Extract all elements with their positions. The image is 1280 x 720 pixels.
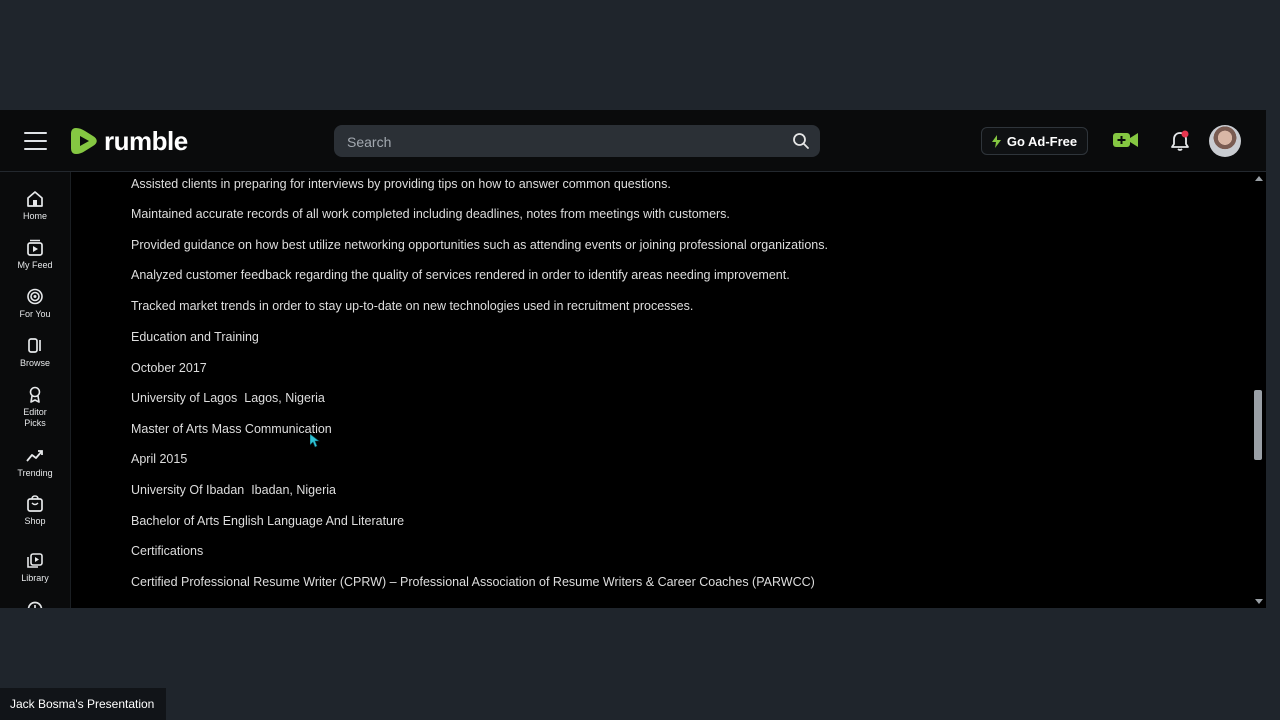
go-ad-free-label: Go Ad-Free (1006, 133, 1078, 149)
sidebar-item-shop[interactable]: Shop (0, 495, 70, 527)
resume-line: University Of Ibadan Ibadan, Nigeria (131, 483, 336, 497)
sidebar-item-label: Editor Picks (23, 407, 47, 428)
feed-icon (27, 239, 43, 256)
sidebar: Home My Feed For You Browse Editor Picks… (0, 172, 71, 608)
search-input[interactable] (334, 125, 789, 159)
go-ad-free-button[interactable]: Go Ad-Free (981, 127, 1088, 155)
sidebar-item-label: Shop (24, 516, 46, 526)
mouse-cursor-icon (310, 434, 320, 448)
menu-icon[interactable] (24, 132, 47, 150)
resume-line: Analyzed customer feedback regarding the… (131, 268, 790, 282)
resume-line: Certified Professional Resume Writer (CP… (131, 575, 815, 589)
sidebar-item-history[interactable] (0, 600, 70, 608)
sidebar-item-label: For You (19, 309, 51, 319)
search-bar (334, 125, 820, 159)
top-bar: rumble Go Ad-Free (0, 110, 1266, 172)
history-icon (27, 601, 43, 608)
sidebar-item-label: Home (22, 211, 47, 221)
presenter-label: Jack Bosma's Presentation (0, 688, 167, 720)
resume-line: University of Lagos Lagos, Nigeria (131, 391, 325, 405)
section-heading-certifications: Certifications (131, 544, 204, 558)
rumble-play-icon (71, 128, 97, 154)
scroll-up-arrow-icon[interactable] (1255, 176, 1263, 181)
library-icon (27, 553, 43, 568)
trending-icon (26, 450, 43, 462)
sidebar-item-label: Browse (19, 358, 50, 368)
rumble-logo[interactable]: rumble (70, 126, 188, 156)
sidebar-item-label: Library (21, 573, 49, 583)
sidebar-item-home[interactable]: Home (0, 190, 70, 222)
lightning-icon (991, 134, 1001, 148)
notifications-bell-icon[interactable] (1170, 130, 1190, 152)
shop-icon (27, 495, 43, 512)
browse-icon (28, 338, 41, 353)
sidebar-item-label: My Feed (17, 260, 53, 270)
user-avatar[interactable] (1209, 125, 1241, 157)
sidebar-item-label: Trending (17, 468, 53, 478)
resume-line: Provided guidance on how best utilize ne… (131, 238, 828, 252)
search-icon[interactable] (792, 132, 810, 150)
scrollbar[interactable] (1252, 172, 1266, 608)
sidebar-item-library[interactable]: Library (0, 552, 70, 584)
rumble-window: rumble Go Ad-Free (0, 110, 1266, 608)
resume-line: Master of Arts Mass Communication (131, 422, 332, 436)
resume-line: Tracked market trends in order to stay u… (131, 299, 694, 313)
logo-text: rumble (104, 125, 188, 156)
sidebar-item-browse[interactable]: Browse (0, 337, 70, 369)
resume-line: April 2015 (131, 452, 188, 466)
sidebar-item-my-feed[interactable]: My Feed (0, 239, 70, 271)
award-icon (29, 386, 41, 403)
scroll-thumb[interactable] (1254, 390, 1262, 460)
target-icon (27, 288, 43, 305)
sidebar-item-editor-picks[interactable]: Editor Picks (0, 386, 70, 429)
home-icon (27, 191, 43, 207)
upload-video-icon[interactable] (1113, 131, 1138, 149)
resume-line: Bachelor of Arts English Language And Li… (131, 514, 405, 528)
section-heading-education: Education and Training (131, 330, 259, 344)
resume-line: Maintained accurate records of all work … (131, 207, 730, 221)
sidebar-item-for-you[interactable]: For You (0, 288, 70, 320)
resume-line: Assisted clients in preparing for interv… (131, 177, 671, 191)
resume-content: Assisted clients in preparing for interv… (71, 172, 1251, 608)
sidebar-item-trending[interactable]: Trending (0, 447, 70, 479)
resume-line: October 2017 (131, 361, 207, 375)
scroll-down-arrow-icon[interactable] (1255, 599, 1263, 604)
